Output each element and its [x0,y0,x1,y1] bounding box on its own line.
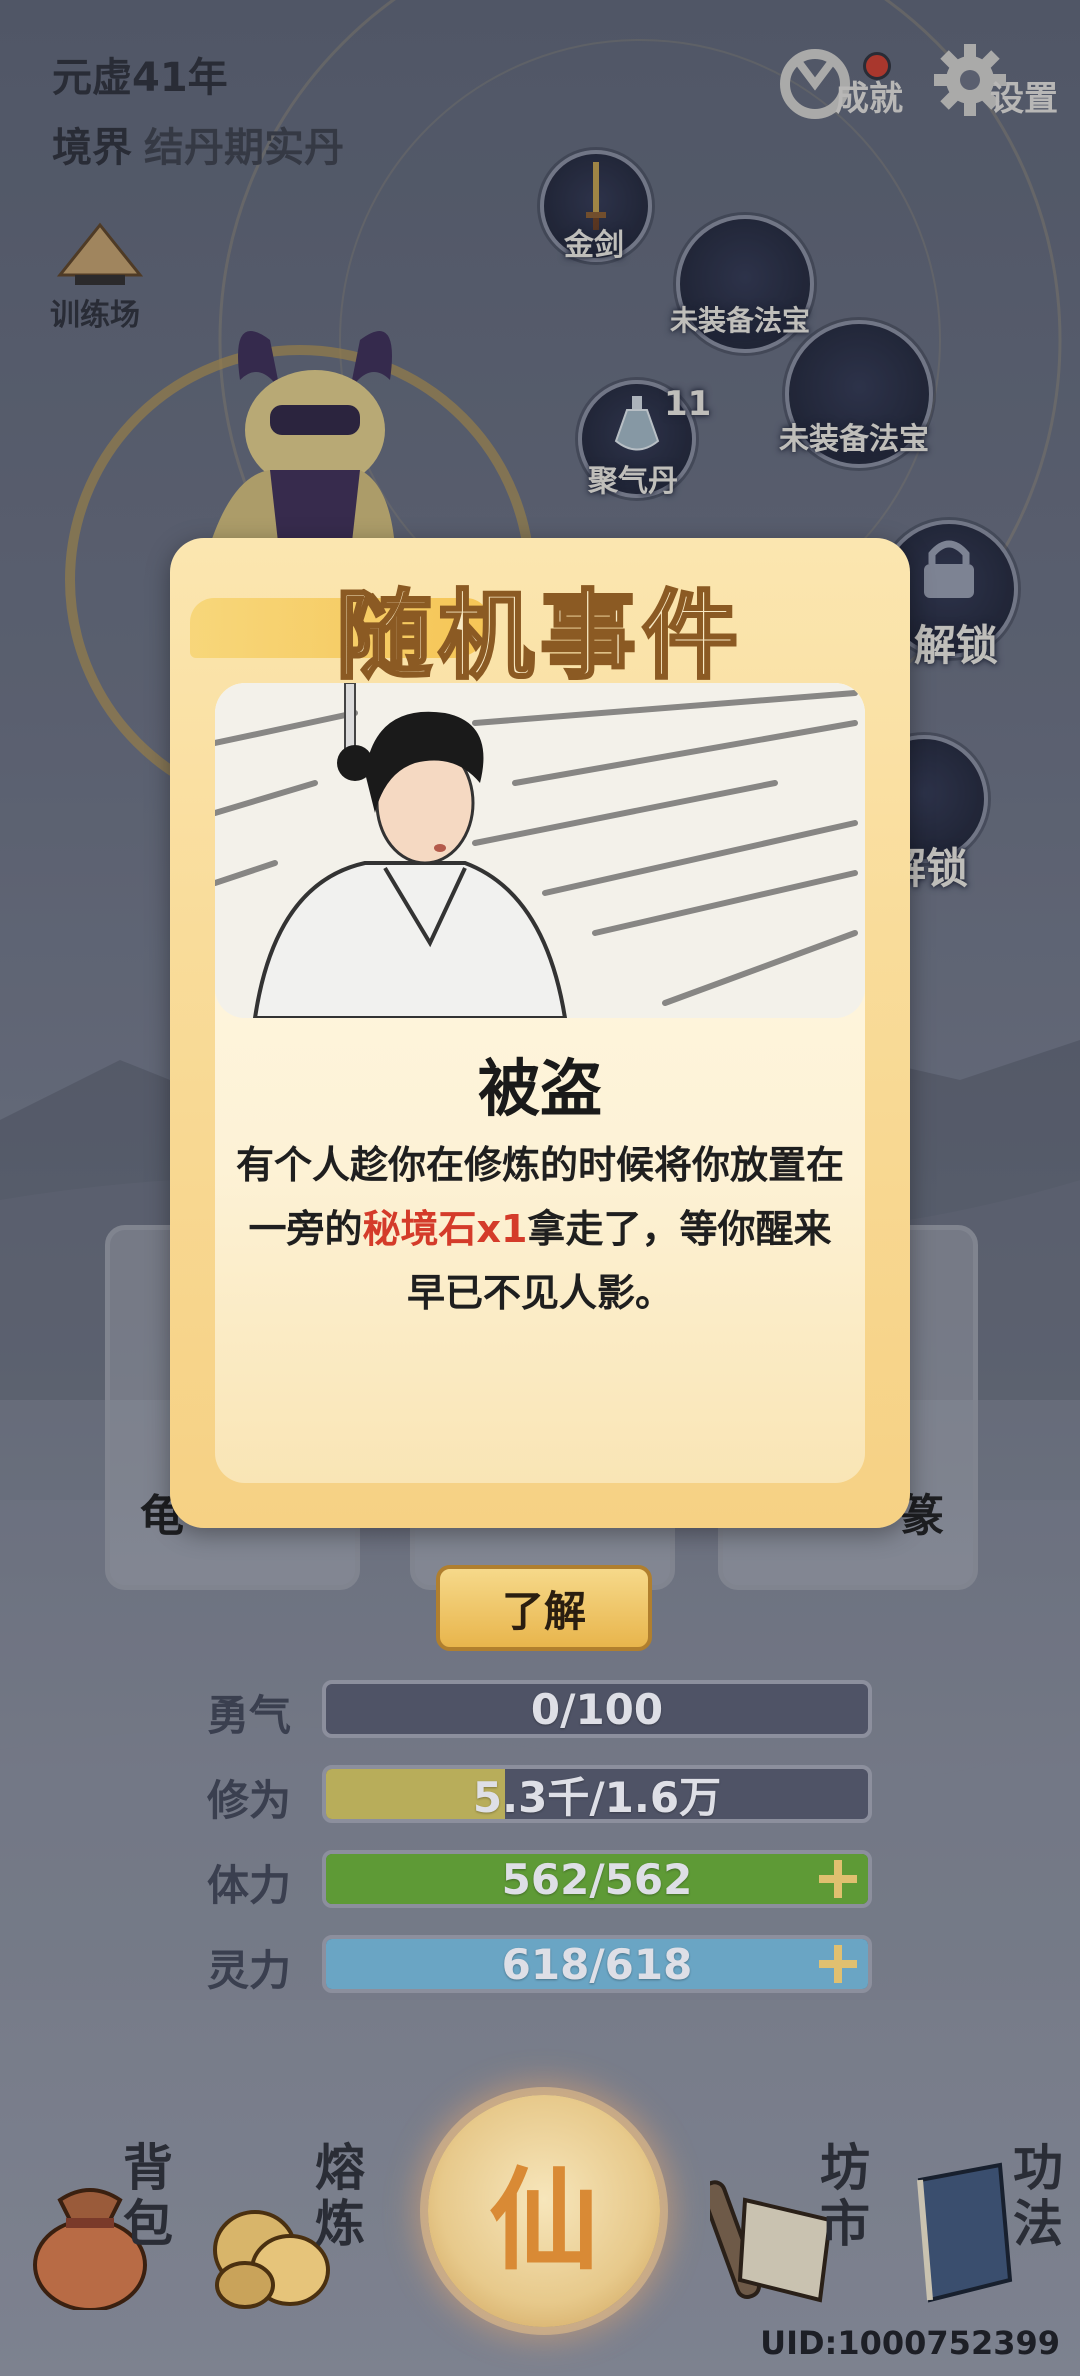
nav-smelt[interactable]: 熔炼 [200,2140,380,2340]
stat-label: 体力 [207,1861,292,1910]
stat-label: 勇气 [207,1691,292,1740]
nav-skills[interactable]: 功法 [900,2140,1080,2340]
nav-skills-label: 功法 [1013,2139,1063,2253]
plus-icon[interactable] [816,1943,860,1985]
event-name: 被盗 [477,1052,602,1125]
nav-market-label: 坊市 [820,2139,870,2253]
nav-bag-label: 背包 [123,2139,173,2253]
cultivate-center-label: 仙 [489,2156,599,2285]
stat-bar: 5.3千/1.6万 [322,1765,872,1823]
plus-icon[interactable] [816,1858,860,1900]
cultivate-center-button[interactable]: 仙 [428,2095,660,2327]
random-event-dialog: 随机事件 被盗 有个人趁你在修炼的时候将你放置在一旁的秘境石x1拿走了，等你醒来… [170,538,910,1528]
stat-value: 562/562 [501,1854,693,1904]
stat-label: 修为 [207,1776,292,1825]
stat-bar: 562/562 [322,1850,872,1908]
nav-bag[interactable]: 背包 [20,2140,190,2340]
lost-item-highlight: 秘境石x1 [362,1207,528,1251]
stat-value: 618/618 [501,1939,693,1989]
book-icon [900,2160,1020,2314]
event-illustration [215,683,865,1018]
confirm-button[interactable]: 了解 [436,1565,652,1651]
stat-bar: 0/100 [322,1680,872,1738]
event-description: 有个人趁你在修炼的时候将你放置在一旁的秘境石x1拿走了，等你醒来早已不见人影。 [235,1133,845,1325]
dialog-content: 被盗 有个人趁你在修炼的时候将你放置在一旁的秘境石x1拿走了，等你醒来早已不见人… [215,683,865,1483]
stat-value: 0/100 [530,1684,664,1734]
nav-smelt-label: 熔炼 [315,2139,365,2253]
nav-market[interactable]: 坊市 [700,2139,885,2340]
user-id: UID:1000752399 [760,2324,1060,2362]
stat-bar: 618/618 [322,1935,872,1993]
dialog-title: 随机事件 [335,578,744,694]
stat-value: 5.3千/1.6万 [472,1772,722,1822]
stat-label: 灵力 [207,1946,292,1995]
